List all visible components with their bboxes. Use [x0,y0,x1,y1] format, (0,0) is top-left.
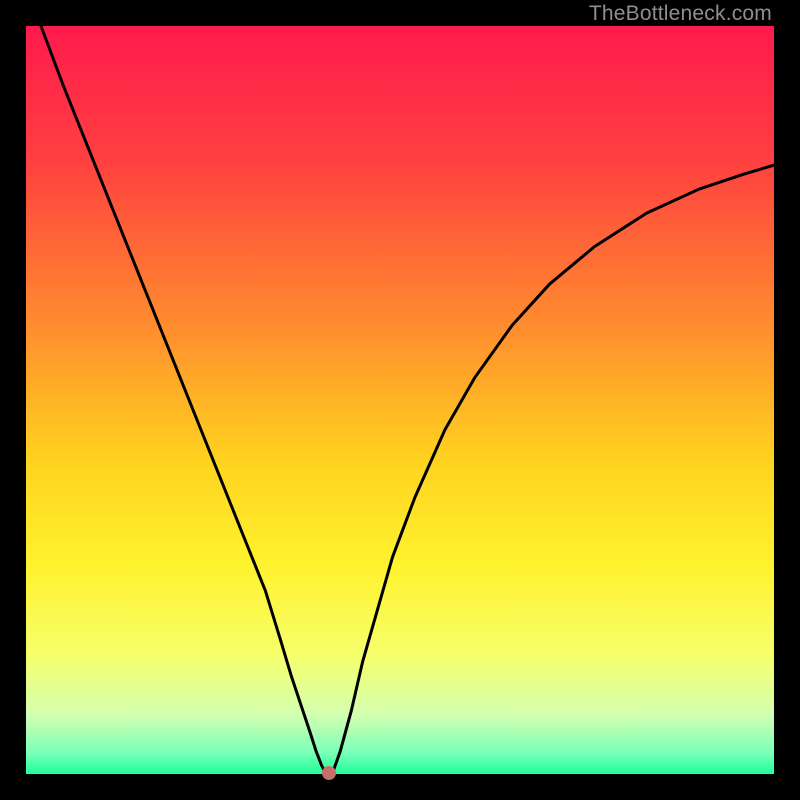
chart-frame [26,26,774,774]
minimum-point-marker [322,766,336,780]
chart-background [26,26,774,774]
watermark-text: TheBottleneck.com [589,2,772,26]
chart-svg [26,26,774,774]
